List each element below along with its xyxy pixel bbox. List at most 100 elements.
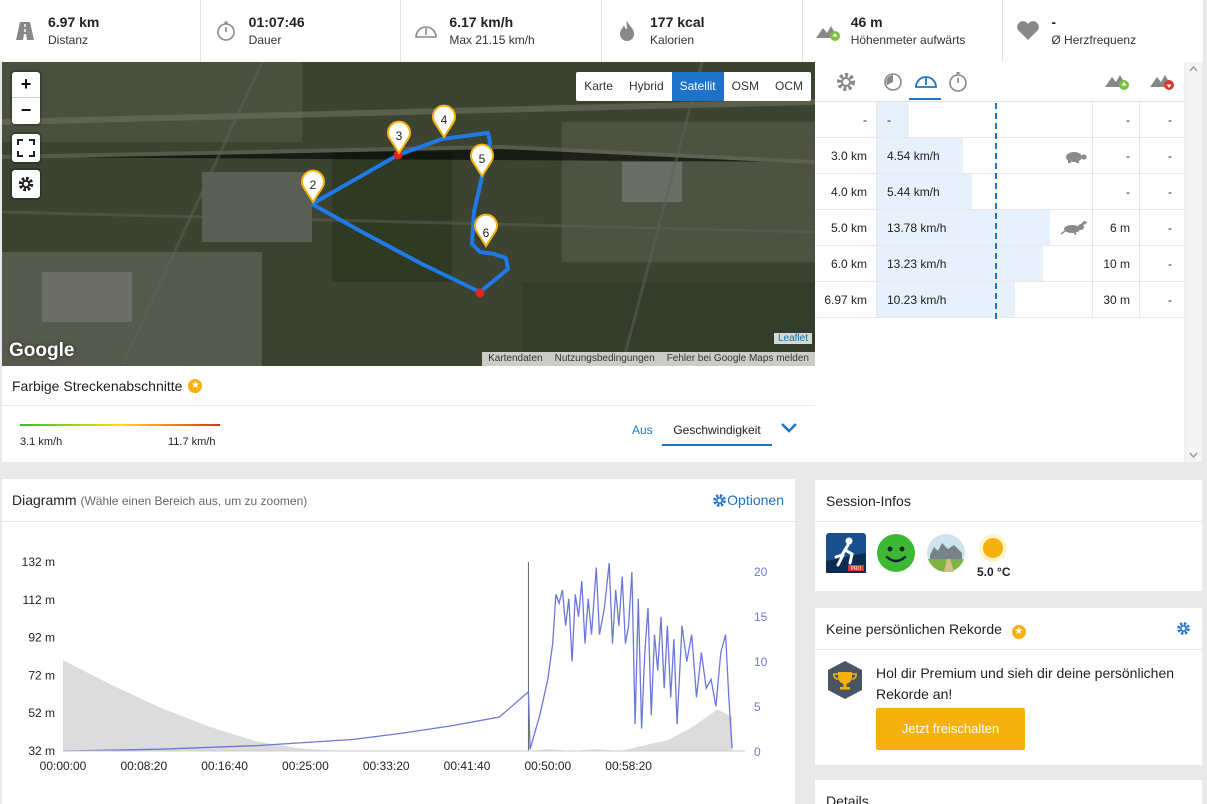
lap-speed: 13.78 km/h bbox=[887, 221, 947, 235]
lap-speed: 5.44 km/h bbox=[887, 185, 940, 199]
lap-distance: 4.0 km bbox=[815, 174, 877, 210]
records-text-line: Rekorde an! bbox=[876, 686, 953, 702]
segments-off-option[interactable]: Aus bbox=[632, 423, 653, 437]
map-settings-button[interactable] bbox=[12, 170, 40, 198]
session-header: Session-Infos bbox=[815, 480, 1202, 522]
map-data-link[interactable]: Kartendaten bbox=[482, 352, 549, 366]
stat-label: Distanz bbox=[48, 33, 89, 47]
laps-scrollbar[interactable] bbox=[1184, 62, 1202, 462]
y-right-tick-label: 0 bbox=[754, 745, 761, 759]
y-left-tick-label: 52 m bbox=[28, 706, 55, 720]
lap-elevation-up: 6 m bbox=[1093, 210, 1140, 246]
route-point bbox=[475, 288, 485, 298]
scroll-up-icon[interactable] bbox=[1189, 66, 1198, 72]
y-right-tick-label: 20 bbox=[754, 565, 768, 579]
lap-speed-cell: 10.23 km/h bbox=[877, 282, 1093, 318]
stat-label: Max 21.15 km/h bbox=[449, 33, 535, 47]
unlock-premium-button[interactable]: Jetzt freischalten bbox=[876, 708, 1025, 750]
speed-gradient-legend bbox=[20, 424, 220, 426]
terms-link[interactable]: Nutzungsbedingungen bbox=[549, 352, 661, 366]
layer-switcher: Karte Hybrid Satellit OSM OCM bbox=[576, 72, 811, 101]
segments-metric-select[interactable]: Geschwindigkeit bbox=[662, 416, 772, 446]
speedometer-icon[interactable] bbox=[914, 72, 938, 90]
records-text: Hol dir Premium und sieh dir deine persö… bbox=[876, 663, 1174, 705]
layer-hybrid[interactable]: Hybrid bbox=[621, 72, 672, 101]
stat-distance: 6.97 km Distanz bbox=[0, 0, 201, 62]
stopwatch-icon bbox=[213, 18, 239, 44]
lap-row[interactable]: ---- bbox=[815, 102, 1202, 138]
stat-calories: 177 kcal Kalorien bbox=[602, 0, 803, 62]
stat-elevation: 46 m Höhenmeter aufwärts bbox=[803, 0, 1004, 62]
stat-speed: 6.17 km/h Max 21.15 km/h bbox=[401, 0, 603, 62]
stat-value: - bbox=[1051, 14, 1057, 30]
gear-icon bbox=[18, 176, 34, 192]
options-label: Optionen bbox=[727, 492, 784, 508]
diagram-options-button[interactable]: Optionen bbox=[712, 492, 784, 508]
lap-row[interactable]: 5.0 km 13.78 km/h 6 m - bbox=[815, 210, 1202, 246]
lap-speed: 10.23 km/h bbox=[887, 293, 947, 307]
records-text-line: Hol dir Premium und sieh dir deine persö… bbox=[876, 665, 1175, 681]
details-title: Details bbox=[826, 793, 869, 804]
laps-header bbox=[815, 62, 1202, 102]
turtle-icon bbox=[1062, 149, 1088, 166]
lap-row[interactable]: 4.0 km 5.44 km/h - - bbox=[815, 174, 1202, 210]
chevron-down-icon[interactable] bbox=[780, 422, 798, 437]
x-tick-label: 00:08:20 bbox=[120, 759, 167, 773]
stat-value: 6.97 km bbox=[48, 14, 100, 30]
svg-text:4: 4 bbox=[441, 113, 448, 127]
svg-text:PRO: PRO bbox=[851, 566, 862, 572]
gradient-min-label: 3.1 km/h bbox=[20, 436, 63, 448]
leaflet-attribution[interactable]: Leaflet bbox=[773, 333, 812, 344]
y-left-tick-label: 112 m bbox=[23, 593, 55, 607]
pace-icon[interactable] bbox=[883, 72, 903, 92]
y-right-tick-label: 5 bbox=[754, 700, 761, 714]
lap-speed-cell: 4.54 km/h bbox=[877, 138, 1093, 174]
scroll-down-icon[interactable] bbox=[1189, 452, 1198, 458]
stat-label: Dauer bbox=[248, 33, 282, 47]
layer-karte[interactable]: Karte bbox=[576, 72, 621, 101]
lap-distance: 6.0 km bbox=[815, 246, 877, 282]
report-error-link[interactable]: Fehler bei Google Maps melden bbox=[661, 352, 815, 366]
lap-distance: 5.0 km bbox=[815, 210, 877, 246]
gradient-max-label: 11.7 km/h bbox=[168, 436, 216, 448]
lap-elevation-up: - bbox=[1093, 102, 1140, 138]
lap-speed-cell: 5.44 km/h bbox=[877, 174, 1093, 210]
fullscreen-button[interactable] bbox=[12, 134, 40, 162]
stat-heartrate: - Ø Herzfrequenz bbox=[1003, 0, 1203, 62]
gear-icon[interactable] bbox=[1176, 621, 1191, 636]
speedometer-icon bbox=[413, 18, 439, 44]
svg-text:2: 2 bbox=[310, 178, 317, 192]
y-right-tick-label: 15 bbox=[754, 610, 768, 624]
elevation-up-icon[interactable] bbox=[1104, 71, 1130, 91]
elevation-down-icon[interactable] bbox=[1149, 71, 1175, 91]
elevation-area bbox=[63, 660, 733, 751]
x-tick-label: 00:50:00 bbox=[524, 759, 571, 773]
svg-text:3: 3 bbox=[396, 129, 403, 143]
elevation-speed-chart[interactable]: 132 m 112 m 92 m 72 m 52 m 32 m 20 15 10 5 0 00:00:… bbox=[2, 522, 795, 804]
layer-osm[interactable]: OSM bbox=[724, 72, 767, 101]
lap-speed-cell: - bbox=[877, 102, 1093, 138]
stat-value: 177 kcal bbox=[650, 14, 705, 30]
map-footer: Kartendaten Nutzungsbedingungen Fehler b… bbox=[482, 352, 815, 366]
lap-row[interactable]: 3.0 km 4.54 km/h - - bbox=[815, 138, 1202, 174]
lap-row[interactable]: 6.0 km 13.23 km/h 10 m - bbox=[815, 246, 1202, 282]
zoom-in-button[interactable]: + bbox=[12, 72, 40, 98]
route-map[interactable]: 2 3 4 5 6 + − Karte Hybrid Satellit OSM … bbox=[2, 62, 815, 366]
fullscreen-icon bbox=[17, 139, 35, 157]
lap-speed-cell: 13.23 km/h bbox=[877, 246, 1093, 282]
diagram-subtitle: (Wähle einen Bereich aus, um zu zoomen) bbox=[80, 494, 308, 508]
x-tick-label: 00:58:20 bbox=[605, 759, 652, 773]
x-tick-label: 00:25:00 bbox=[282, 759, 329, 773]
layer-ocm[interactable]: OCM bbox=[767, 72, 811, 101]
gear-icon bbox=[713, 493, 726, 507]
zoom-out-button[interactable]: − bbox=[12, 98, 40, 124]
y-left-tick-label: 32 m bbox=[28, 744, 55, 758]
lap-elevation-down: - bbox=[1168, 293, 1172, 307]
y-left-tick-label: 132 m bbox=[22, 555, 55, 569]
sun-weather-icon bbox=[979, 534, 1007, 562]
gear-icon[interactable] bbox=[835, 71, 857, 93]
lap-row[interactable]: 6.97 km 10.23 km/h 30 m - bbox=[815, 282, 1202, 318]
mood-happy-icon bbox=[877, 534, 915, 572]
stopwatch-icon[interactable] bbox=[948, 71, 968, 93]
layer-satellit[interactable]: Satellit bbox=[671, 72, 724, 101]
